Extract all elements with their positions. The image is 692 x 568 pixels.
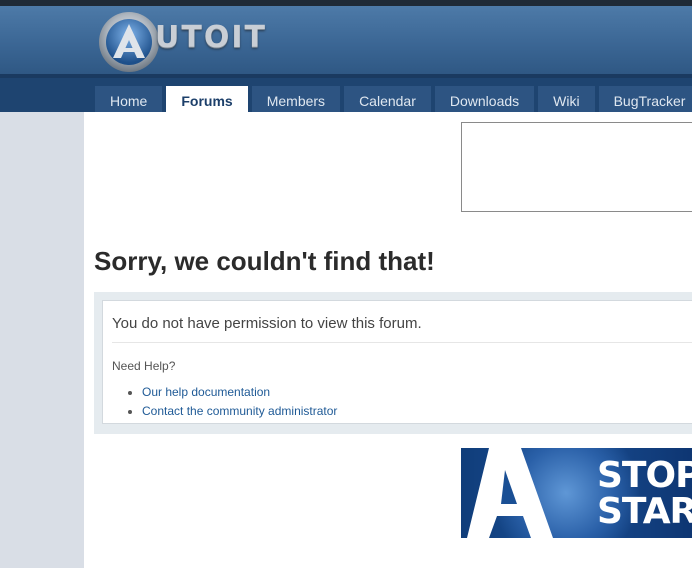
main-nav: Home Forums Members Calendar Downloads W… (0, 74, 692, 116)
autoit-a-emblem-icon (99, 12, 159, 72)
page-title: Sorry, we couldn't find that! (94, 246, 435, 276)
banner-a-logo-icon (467, 448, 553, 538)
promo-banner[interactable]: STOP STAR (461, 448, 692, 538)
help-links: Our help documentation Contact the commu… (142, 383, 692, 421)
permission-message: You do not have permission to view this … (112, 315, 692, 343)
banner-line-2: STAR (597, 491, 692, 532)
list-item: Our help documentation (142, 383, 692, 402)
logo-wordmark: UTOIT (155, 20, 267, 55)
banner-line-1: STOP (597, 455, 692, 496)
autoit-logo[interactable]: UTOIT (97, 10, 307, 74)
message-panel: You do not have permission to view this … (94, 292, 692, 434)
banner-headline: STOP STAR (597, 458, 692, 530)
main-content: Sorry, we couldn't find that! You do not… (84, 112, 692, 568)
message-box: You do not have permission to view this … (102, 300, 692, 424)
help-documentation-link[interactable]: Our help documentation (142, 385, 270, 399)
ad-placeholder (461, 122, 692, 212)
site-header: UTOIT (0, 6, 692, 74)
list-item: Contact the community administrator (142, 402, 692, 421)
contact-admin-link[interactable]: Contact the community administrator (142, 404, 337, 418)
need-help-heading: Need Help? (112, 359, 176, 373)
